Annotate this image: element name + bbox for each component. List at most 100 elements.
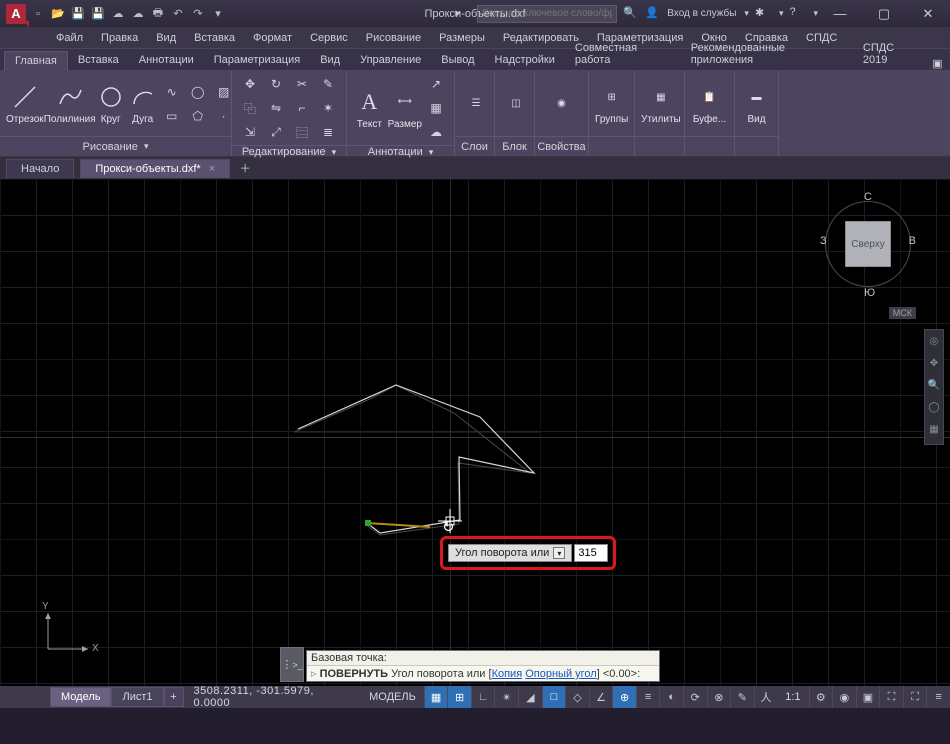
exchange-icon[interactable]: ✱ [755,6,771,22]
rotate-icon[interactable]: ↻ [264,73,288,95]
panel-title[interactable]: Редактирование [242,146,326,158]
view-button[interactable]: ▬Вид [741,80,772,127]
menu-insert[interactable]: Вставка [186,30,243,46]
panel-title[interactable]: Рисование [83,141,138,153]
explode-icon[interactable]: ✶ [316,97,340,119]
leader-icon[interactable]: ↗ [424,73,448,95]
status-annoscale-icon[interactable]: 人 [754,686,778,708]
offset-icon[interactable]: ≣ [316,121,340,143]
space-mode[interactable]: МОДЕЛЬ [361,691,424,703]
nav-showmotion-icon[interactable]: ▦ [927,424,941,438]
status-transparency-icon[interactable]: ◐ [659,686,683,708]
ribbon-tab-collaborate[interactable]: Совместная работа [565,39,681,70]
status-otrack-icon[interactable]: ∠ [589,686,613,708]
status-ortho-icon[interactable]: ∟ [471,686,495,708]
ribbon-tab-annotate[interactable]: Аннотации [129,51,204,70]
drawing-canvas[interactable]: ↻ Угол поворота или ▾ X Y Сверху С Ю З В… [0,179,950,686]
layers-button[interactable]: ☰ [461,87,491,121]
layout-tab-sheet1[interactable]: Лист1 [111,687,163,707]
redo-icon[interactable]: ↷ [190,6,206,22]
coordinate-system-label[interactable]: МСК [889,307,916,319]
rectangle-icon[interactable]: ▭ [160,105,184,127]
command-current[interactable]: ▹ ПОВЕРНУТЬ Угол поворота или [Копия Опо… [307,665,659,681]
close-button[interactable]: ✕ [906,0,950,27]
cmd-option-reference[interactable]: Опорный угол [525,668,597,680]
status-lineweight-icon[interactable]: ≡ [636,686,660,708]
status-qp-icon[interactable]: ✎ [730,686,754,708]
table-icon[interactable]: ▦ [424,97,448,119]
polygon-icon[interactable]: ⬠ [186,105,210,127]
circle-button[interactable]: Круг [96,80,126,127]
ribbon-tab-output[interactable]: Вывод [431,51,484,70]
ribbon-tab-featured[interactable]: Рекомендованные приложения [681,39,853,70]
status-workspace-icon[interactable]: ◉ [832,686,856,708]
dynamic-input-field[interactable] [574,544,608,562]
scale-icon[interactable]: ⤢ [264,121,288,143]
fillet-icon[interactable]: ⌐ [290,97,314,119]
search-icon[interactable]: 🔍 [623,6,639,22]
panel-expand-icon[interactable]: ▾ [332,147,337,158]
help-icon[interactable]: ? [789,6,805,22]
viewcube-north[interactable]: С [864,191,872,203]
menu-edit[interactable]: Правка [93,30,146,46]
nav-wheel-icon[interactable]: ◎ [927,336,941,350]
ribbon-tab-addins[interactable]: Надстройки [485,51,565,70]
nav-pan-icon[interactable]: ✥ [927,358,941,372]
status-hardware-icon[interactable]: ⛶ [879,686,903,708]
array-icon[interactable]: ⿳ [290,121,314,143]
ribbon-tab-insert[interactable]: Вставка [68,51,129,70]
cloud-save-icon[interactable]: ☁ [130,6,146,22]
exchange-dropdown-icon[interactable]: ▾ [779,8,784,19]
stretch-icon[interactable]: ⇲ [238,121,262,143]
mirror-icon[interactable]: ⇋ [264,97,288,119]
dimension-button[interactable]: ⟷Размер [388,85,422,132]
text-button[interactable]: AТекст [353,85,386,132]
menu-view[interactable]: Вид [148,30,184,46]
login-label[interactable]: Вход в службы [667,8,736,19]
plot-icon[interactable]: 🖶 [150,6,166,22]
viewcube[interactable]: Сверху С Ю З В [820,191,916,301]
save-icon[interactable]: 💾 [70,6,86,22]
viewcube-south[interactable]: Ю [864,287,875,299]
status-cleanscreen-icon[interactable]: ⛶ [903,686,927,708]
spline-icon[interactable]: ∿ [160,81,184,103]
status-snap-icon[interactable]: ⊞ [447,686,471,708]
panel-title[interactable]: Аннотации [368,146,423,158]
status-cycling-icon[interactable]: ⟳ [683,686,707,708]
saveas-icon[interactable]: 💾 [90,6,106,22]
ellipse-icon[interactable]: ◯ [186,81,210,103]
arc-button[interactable]: Дуга [128,80,158,127]
copy-icon[interactable]: ⿻ [238,97,262,119]
ribbon-tab-home[interactable]: Главная [4,51,68,71]
menu-draw[interactable]: Рисование [358,30,429,46]
menu-tools[interactable]: Сервис [302,30,356,46]
ribbon-tab-view[interactable]: Вид [310,51,350,70]
ribbon-collapse-icon[interactable]: ▣ [929,57,946,70]
nav-zoom-icon[interactable]: 🔍 [927,380,941,394]
status-annomonitor-icon[interactable]: ⊗ [707,686,731,708]
commandline-handle[interactable]: ⋮>_ [280,647,304,682]
user-icon[interactable]: 👤 [645,6,661,22]
new-tab-icon[interactable]: ＋ [236,159,254,177]
new-icon[interactable]: ▫ [30,6,46,22]
menu-format[interactable]: Формат [245,30,300,46]
status-polar-icon[interactable]: ✴ [494,686,518,708]
status-gear-icon[interactable]: ⚙ [809,686,833,708]
dynamic-input-dropdown-icon[interactable]: ▾ [553,547,565,559]
status-dyninput-icon[interactable]: ⊕ [612,686,636,708]
command-line[interactable]: Базовая точка: ▹ ПОВЕРНУТЬ Угол поворота… [306,650,660,682]
annotation-scale[interactable]: 1:1 [777,691,808,703]
panel-expand-icon[interactable]: ▾ [144,141,149,152]
status-isoplane-icon[interactable]: ◢ [518,686,542,708]
login-dropdown-icon[interactable]: ▾ [744,8,749,19]
properties-button[interactable]: ◉ [541,87,582,121]
file-tab-current[interactable]: Прокси-объекты.dxf*× [80,159,230,178]
trim-icon[interactable]: ✂ [290,73,314,95]
layout-tab-add[interactable]: + [164,687,184,707]
viewcube-east[interactable]: В [909,235,916,247]
minimize-button[interactable]: — [818,0,862,27]
ribbon-tab-parametric[interactable]: Параметризация [204,51,310,70]
status-customize-icon[interactable]: ≡ [926,686,950,708]
status-osnap-icon[interactable]: □ [542,686,566,708]
polyline-button[interactable]: Полилиния [46,80,94,127]
